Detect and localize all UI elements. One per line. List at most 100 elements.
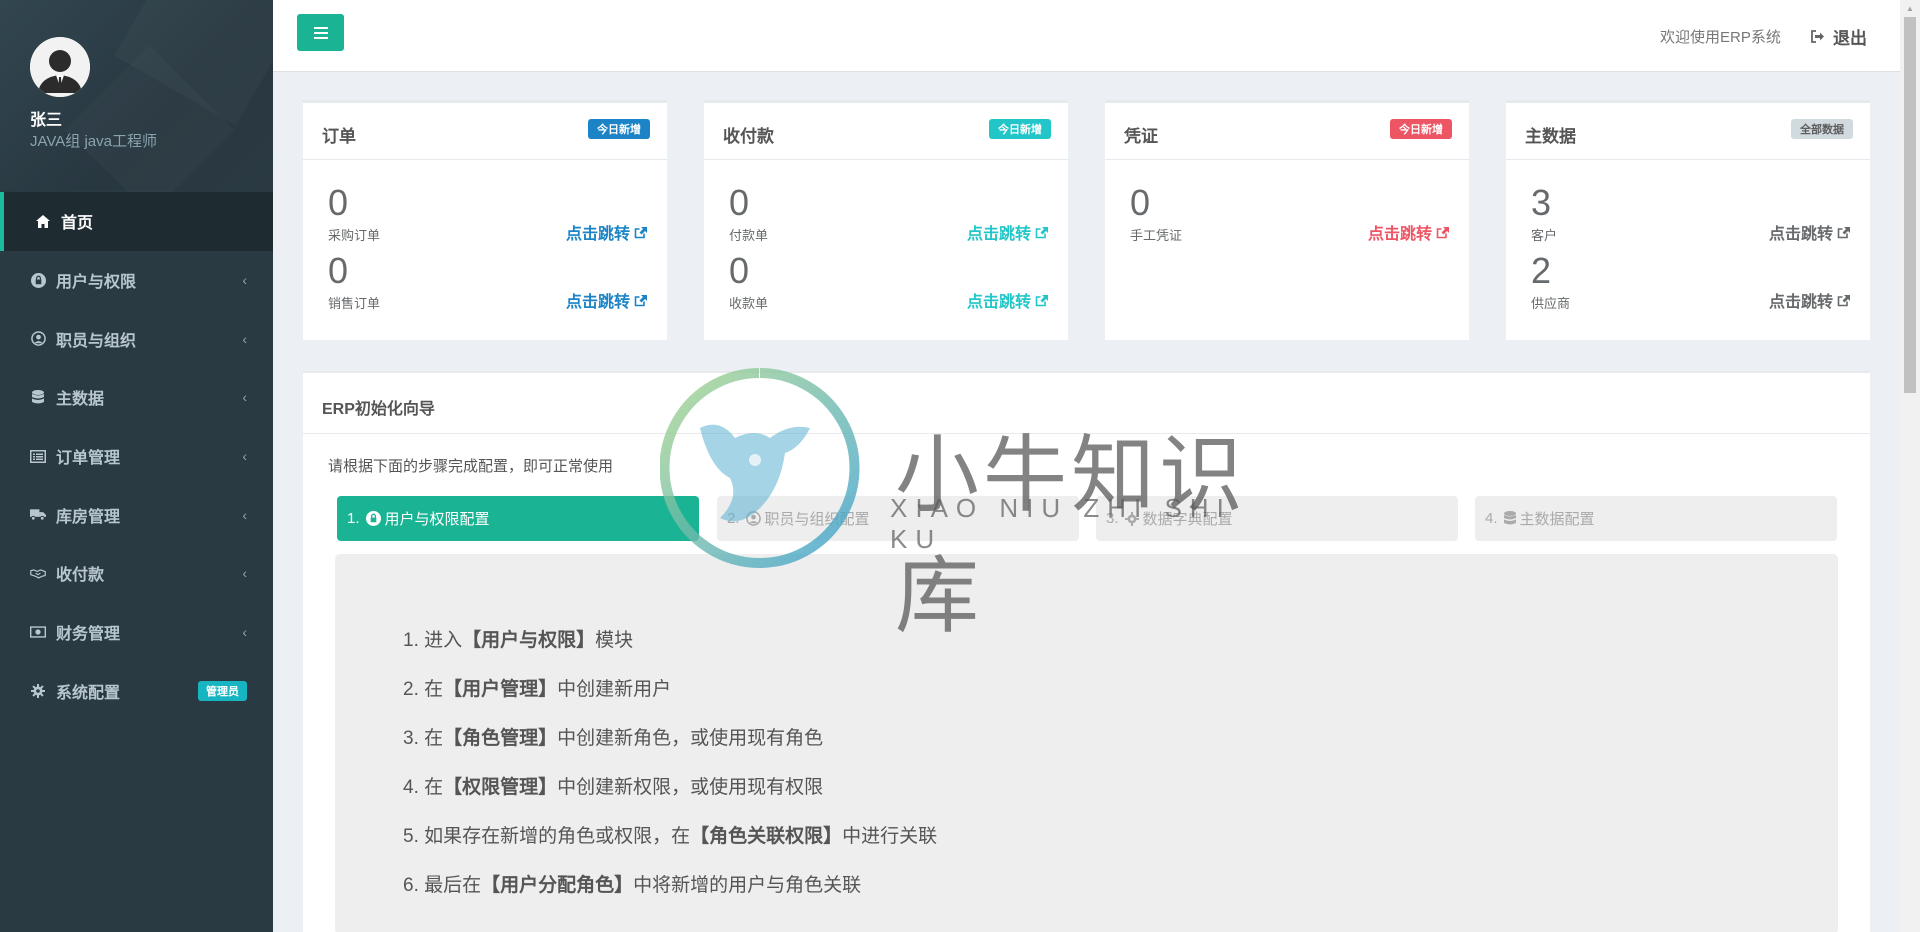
chevron-left-icon: ‹ [242, 330, 247, 347]
sidebar-item-label: 职员与组织 [56, 332, 137, 350]
stat-number: 0 [729, 250, 750, 291]
step-number: 3. [1106, 510, 1119, 527]
stat-receipt-slips: 0 收款单 点击跳转 [729, 251, 1049, 312]
menu-icon [313, 26, 328, 39]
status-badge: 今日新增 [588, 119, 650, 139]
jump-link[interactable]: 点击跳转 [566, 220, 648, 244]
jump-link-label: 点击跳转 [1768, 294, 1833, 311]
jump-link-label: 点击跳转 [565, 226, 630, 243]
stat-number: 0 [328, 250, 349, 291]
sidebar-toggle-button[interactable] [297, 14, 344, 51]
sidebar-item-home[interactable]: 首页 [0, 192, 273, 251]
payments-box: 收付款 今日新增 0 付款单 点击跳转 0 收款单 点击跳转 [704, 100, 1068, 340]
instruction-item: 5. 如果存在新增的角色或权限，在【角色关联权限】中进行关联 [403, 826, 938, 847]
sidebar-item-user-permissions[interactable]: 用户与权限 ‹ [0, 251, 273, 310]
status-badge: 今日新增 [989, 119, 1051, 139]
step-staff-org[interactable]: 2. 职员与组织配置 [717, 496, 1079, 541]
jump-link[interactable]: 点击跳转 [1769, 220, 1851, 244]
box-title: 凭证 [1124, 127, 1158, 146]
home-icon [35, 213, 51, 229]
step-number: 2. [727, 510, 740, 527]
sidebar-item-finance[interactable]: 财务管理 ‹ [0, 603, 273, 662]
chevron-left-icon: ‹ [242, 272, 247, 289]
stat-purchase-orders: 0 采购订单 点击跳转 [328, 183, 648, 244]
logout-button[interactable]: 退出 [1810, 24, 1867, 49]
database-icon [1503, 511, 1516, 526]
jump-link[interactable]: 点击跳转 [967, 288, 1049, 312]
stat-manual-vouchers: 0 手工凭证 点击跳转 [1130, 183, 1450, 244]
money-icon [30, 624, 46, 640]
database-icon [30, 389, 46, 405]
lock-icon [365, 511, 381, 526]
gear-icon [1124, 511, 1139, 526]
stat-sales-orders: 0 销售订单 点击跳转 [328, 251, 648, 312]
jump-link-label: 点击跳转 [1367, 226, 1432, 243]
step-data-dictionary[interactable]: 3. 数据字典配置 [1096, 496, 1458, 541]
list-alt-icon [30, 448, 46, 464]
sidebar-item-payments[interactable]: 收付款 ‹ [0, 544, 273, 603]
step-number: 1. [347, 510, 360, 527]
sidebar-item-label: 用户与权限 [56, 274, 137, 292]
panel-header: ERP初始化向导 [303, 373, 1870, 434]
sidebar-item-label: 财务管理 [56, 626, 121, 644]
admin-badge: 管理员 [198, 680, 247, 701]
box-header: 收付款 今日新增 [704, 103, 1068, 160]
sidebar-item-label: 库房管理 [56, 508, 121, 526]
user-name: 张三 [30, 112, 63, 129]
status-badge: 今日新增 [1390, 119, 1452, 139]
sidebar-item-master-data[interactable]: 主数据 ‹ [0, 368, 273, 427]
step-label: 数据字典配置 [1142, 511, 1233, 528]
sidebar-header-background [0, 0, 273, 190]
chevron-left-icon: ‹ [242, 389, 247, 406]
instruction-item: 6. 最后在【用户分配角色】中将新增的用户与角色关联 [403, 875, 862, 896]
external-link-icon [1837, 226, 1850, 238]
chevron-left-icon: ‹ [242, 565, 247, 582]
jump-link[interactable]: 点击跳转 [967, 220, 1049, 244]
jump-link-label: 点击跳转 [966, 226, 1031, 243]
step-label: 主数据配置 [1519, 511, 1595, 528]
step-label: 职员与组织配置 [764, 511, 870, 528]
sign-out-icon [1811, 30, 1824, 43]
chevron-left-icon: ‹ [242, 448, 247, 465]
box-header: 凭证 今日新增 [1105, 103, 1469, 160]
external-link-icon [634, 294, 647, 306]
step-user-permissions[interactable]: 1. 用户与权限配置 [337, 496, 699, 541]
jump-link-label: 点击跳转 [565, 294, 630, 311]
jump-link[interactable]: 点击跳转 [1769, 288, 1851, 312]
status-badge: 全部数据 [1791, 119, 1853, 139]
external-link-icon [1035, 226, 1048, 238]
box-header: 主数据 全部数据 [1506, 103, 1870, 160]
sidebar-item-order-management[interactable]: 订单管理 ‹ [0, 427, 273, 486]
master-data-box: 主数据 全部数据 3 客户 点击跳转 2 供应商 点击跳转 [1506, 100, 1870, 340]
stat-number: 0 [729, 182, 750, 223]
stat-suppliers: 2 供应商 点击跳转 [1531, 251, 1851, 312]
instruction-item: 2. 在【用户管理】中创建新用户 [403, 679, 672, 700]
avatar[interactable] [30, 37, 90, 97]
step-master-data[interactable]: 4. 主数据配置 [1475, 496, 1837, 541]
stat-customers: 3 客户 点击跳转 [1531, 183, 1851, 244]
sidebar-item-staff-org[interactable]: 职员与组织 ‹ [0, 309, 273, 368]
external-link-icon [1035, 294, 1048, 306]
jump-link[interactable]: 点击跳转 [566, 288, 648, 312]
step-number: 4. [1485, 510, 1498, 527]
user-role: JAVA组 java工程师 [30, 133, 157, 150]
top-header: 欢迎使用ERP系统 退出 [273, 0, 1900, 72]
instruction-item: 3. 在【角色管理】中创建新角色，或使用现有角色 [403, 728, 824, 749]
wizard-description: 请根据下面的步骤完成配置，即可正常使用 [328, 458, 614, 475]
stat-number: 3 [1531, 182, 1552, 223]
sidebar-item-system-config[interactable]: 系统配置 管理员 [0, 662, 273, 721]
welcome-text: 欢迎使用ERP系统 [1660, 29, 1781, 46]
scroll-up-arrow-icon[interactable]: ▲ [1900, 0, 1920, 17]
sidebar-item-label: 收付款 [56, 567, 105, 585]
user-circle-icon [30, 331, 46, 347]
jump-link[interactable]: 点击跳转 [1368, 220, 1450, 244]
box-title: 订单 [322, 127, 356, 146]
panel-title: ERP初始化向导 [322, 401, 435, 418]
sidebar: 张三 JAVA组 java工程师 首页 用户与权限 ‹ 职员与组织 ‹ 主数据 … [0, 0, 273, 932]
scrollbar-thumb[interactable] [1904, 17, 1916, 393]
sidebar-item-warehouse[interactable]: 库房管理 ‹ [0, 485, 273, 544]
instruction-item: 1. 进入【用户与权限】模块 [403, 630, 634, 651]
sidebar-item-label: 系统配置 [56, 684, 121, 702]
lock-icon [30, 272, 46, 288]
chevron-left-icon: ‹ [242, 506, 247, 523]
